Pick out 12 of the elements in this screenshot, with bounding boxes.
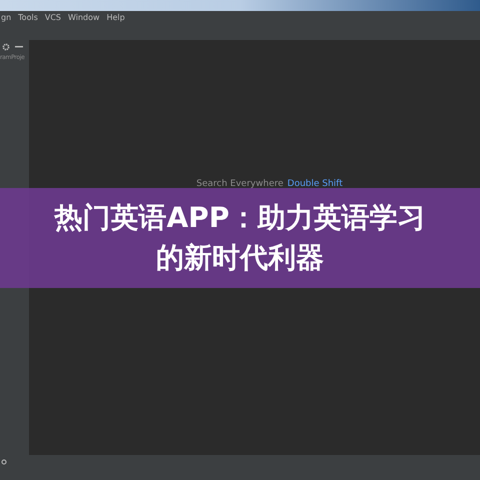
menu-item[interactable]: gn <box>1 14 12 22</box>
banner-title: 热门英语APP：助力英语学习 <box>54 200 426 236</box>
hint-shortcut: Double Shift <box>287 178 343 191</box>
menu-item[interactable]: Tools <box>18 14 38 22</box>
hint-action: Search Everywhere <box>196 178 284 191</box>
banner-title: 的新时代利器 <box>156 240 324 276</box>
menu-item[interactable]: Help <box>106 14 125 22</box>
menu-item[interactable]: Window <box>68 14 100 22</box>
circle-icon[interactable] <box>1 459 7 465</box>
minimize-icon[interactable] <box>15 46 23 48</box>
menu-item[interactable]: VCS <box>44 14 62 22</box>
settings-icon[interactable] <box>2 43 10 51</box>
